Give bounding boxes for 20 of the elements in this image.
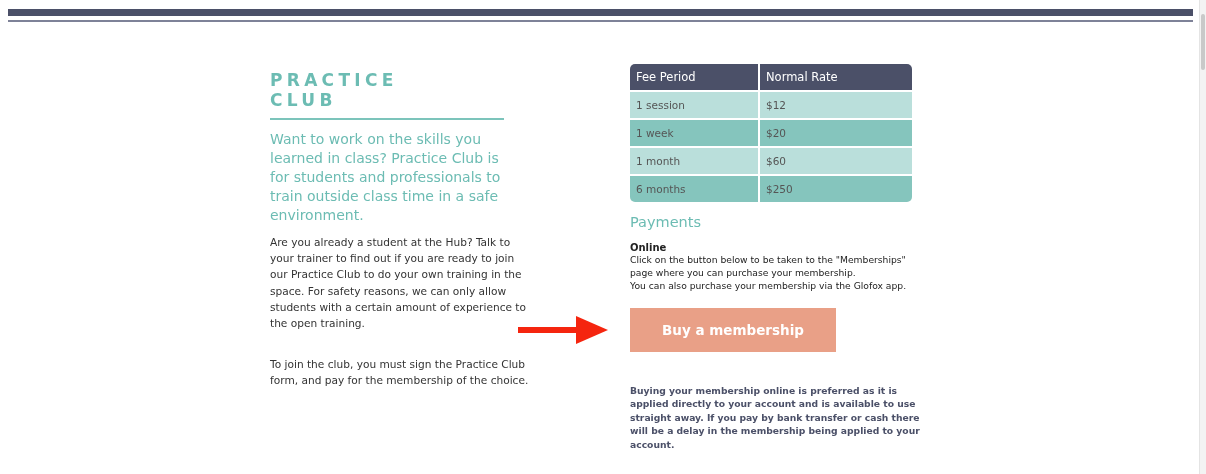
payment-text: You can also purchase your membership via the Glofox app. [630,279,908,292]
table-header: Normal Rate [760,64,912,90]
page-heading: PRACTICE CLUB [270,70,399,110]
table-header: Fee Period [630,64,758,90]
table-cell: $250 [760,176,912,202]
table-cell: 6 months [630,176,758,202]
payment-text: Click on the button below to be taken to the "Memberships" page where you can purchase your membership. [630,253,907,279]
body-paragraph: Are you already a student at the Hub? Talk to your trainer to find out if you are ready to join our Practice Club to do your own training in the space. For safety reasons, we can only allow students with a certain amount of experience to the open training. [270,235,527,331]
body-paragraph: To join the club, you must sign the Practice Club form, and pay for the membership of the choice. [270,357,530,389]
buy-membership-button[interactable]: Buy a membership [630,308,836,352]
table-cell: 1 month [630,148,758,174]
table-cell: $60 [760,148,912,174]
table-cell: 1 session [630,92,758,118]
section-title: Payments [630,214,703,230]
note-text: Buying your membership online is preferred as it is applied directly to your account and is available to use straight away. If you pay by bank transfer or cash there will be a delay in the membership being applied to your account. [630,384,921,452]
table-cell: 1 week [630,120,758,146]
intro-text: Want to work on the skills you learned in class? Practice Club is for students and professionals to train outside class time in a safe environment. [270,130,502,225]
table-cell: $20 [760,120,912,146]
table-cell: $12 [760,92,912,118]
subheading: Online [630,242,668,253]
